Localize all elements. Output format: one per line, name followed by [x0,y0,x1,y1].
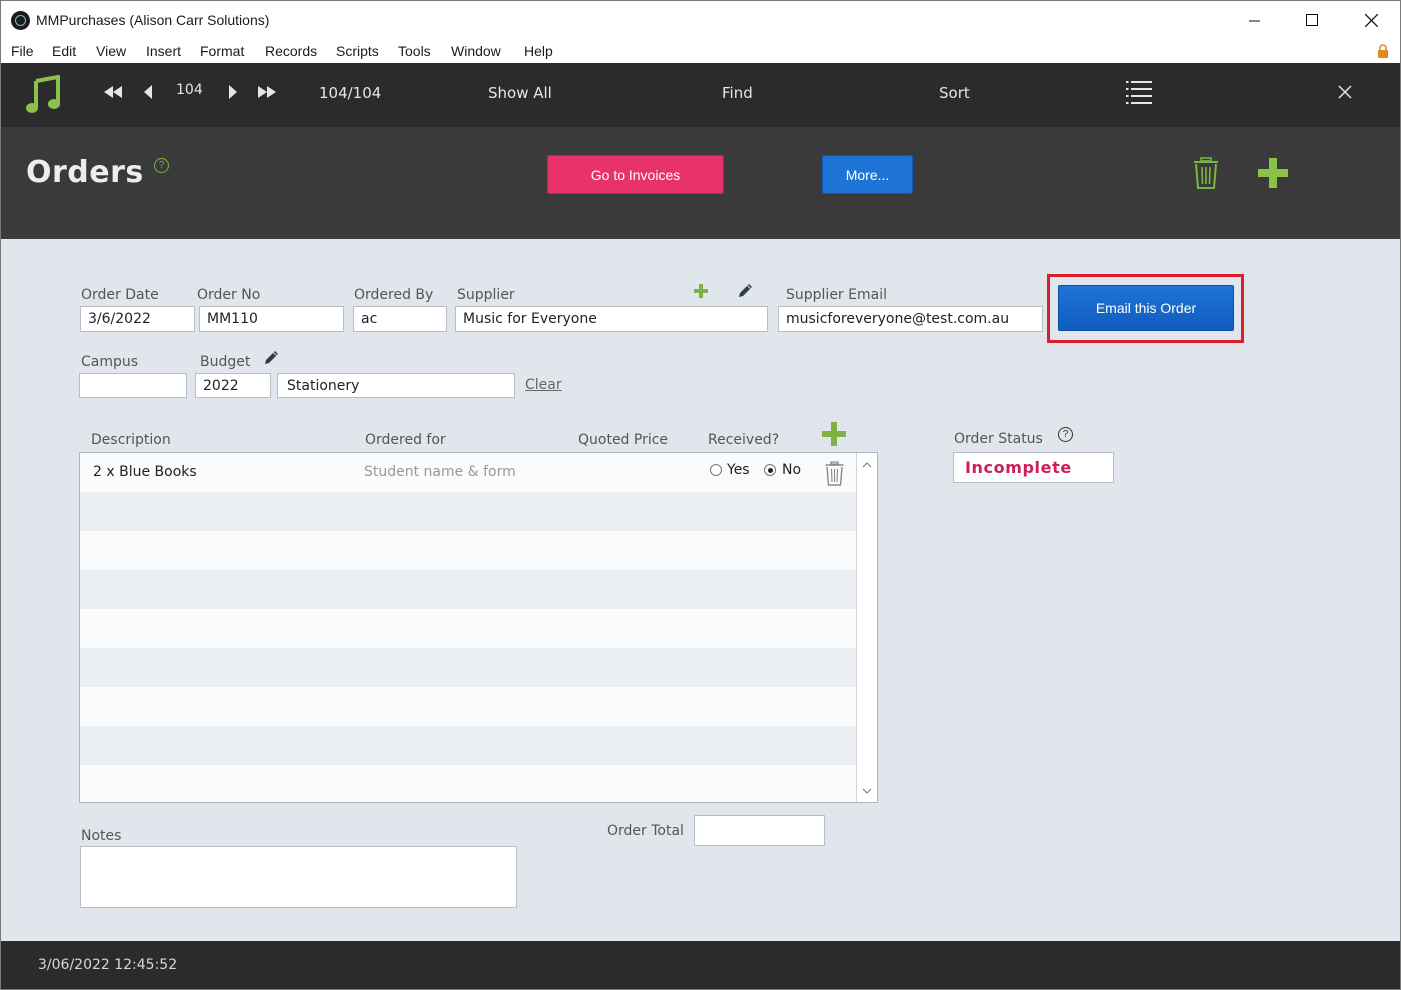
order-date-label: Order Date [81,287,159,303]
item-ordered-for[interactable]: Student name & form [364,464,516,480]
supplier-field[interactable]: Music for Everyone [455,306,768,332]
trash-icon[interactable] [1193,157,1219,189]
notes-field[interactable] [80,846,517,908]
menu-help[interactable]: Help [524,43,553,59]
menu-edit[interactable]: Edit [52,43,76,59]
notes-label: Notes [81,828,122,844]
menu-view[interactable]: View [96,43,126,59]
close-layout-icon[interactable] [1338,85,1352,99]
column-header-received: Received? [708,432,780,448]
menu-bar: File Edit View Insert Format Records Scr… [1,39,1400,63]
page-title: Orders [26,155,144,190]
more-button[interactable]: More... [822,155,913,194]
order-total-label: Order Total [607,823,684,839]
menu-records[interactable]: Records [265,43,317,59]
list-view-icon[interactable] [1126,80,1152,104]
timestamp: 3/06/2022 12:45:52 [38,957,178,973]
go-to-invoices-button[interactable]: Go to Invoices [547,155,724,194]
table-row [80,687,856,726]
show-all-button[interactable]: Show All [488,84,552,102]
column-header-ordered-for: Ordered for [365,432,446,448]
order-no-field[interactable]: MM110 [199,306,344,332]
supplier-label: Supplier [457,287,515,303]
order-status-label: Order Status [954,431,1043,447]
status-toolbar: 104 104/104 Show All Find Sort [1,63,1400,127]
clear-budget-link[interactable]: Clear [525,377,562,393]
minimize-button[interactable] [1231,5,1277,35]
menu-scripts[interactable]: Scripts [336,43,379,59]
record-count: 104/104 [319,84,382,102]
received-yes-radio[interactable] [710,464,722,476]
app-window: MMPurchases (Alison Carr Solutions) File… [0,0,1401,990]
column-header-quoted-price: Quoted Price [578,432,669,448]
maximize-icon [1306,14,1318,26]
edit-supplier-icon[interactable] [737,282,754,299]
menu-tools[interactable]: Tools [398,43,431,59]
table-row [80,492,856,531]
minimize-icon [1248,20,1260,21]
table-row [80,531,856,570]
table-row [80,765,856,802]
order-no-label: Order No [197,287,261,303]
item-description[interactable]: 2 x Blue Books [93,464,197,480]
menu-format[interactable]: Format [200,43,244,59]
ordered-by-field[interactable]: ac [353,306,447,332]
scroll-down-icon[interactable] [857,781,877,801]
delete-item-icon[interactable] [825,461,844,486]
budget-year-field[interactable]: 2022 [195,373,271,398]
add-record-icon[interactable] [1258,158,1288,188]
lock-icon [1378,44,1388,58]
maximize-button[interactable] [1289,5,1335,35]
table-row [80,570,856,609]
menu-file[interactable]: File [11,43,34,59]
table-row [80,726,856,765]
received-yes-label: Yes [727,462,750,478]
add-item-icon[interactable] [822,422,846,446]
campus-field[interactable] [79,373,187,398]
budget-label: Budget [200,354,251,370]
supplier-email-label: Supplier Email [786,287,887,303]
next-record-icon[interactable] [228,85,238,99]
order-total-field[interactable] [694,815,825,846]
app-icon [11,11,30,30]
menu-insert[interactable]: Insert [146,43,181,59]
order-status-field[interactable]: Incomplete [953,452,1114,483]
first-record-icon[interactable] [104,86,122,98]
received-no-radio[interactable] [764,464,776,476]
window-title: MMPurchases (Alison Carr Solutions) [36,12,270,28]
ordered-by-label: Ordered By [354,287,434,303]
music-note-icon [26,75,60,113]
sort-button[interactable]: Sort [939,84,970,102]
help-icon[interactable]: ? [154,158,169,173]
order-date-field[interactable]: 3/6/2022 [80,306,195,332]
column-header-description: Description [91,432,171,448]
table-row: 2 x Blue Books Student name & form Yes N… [80,453,856,492]
email-order-button[interactable]: Email this Order [1058,285,1234,331]
previous-record-icon[interactable] [143,85,153,99]
footer-bar [1,941,1400,989]
order-items-portal: 2 x Blue Books Student name & form Yes N… [79,452,878,803]
table-row [80,648,856,687]
add-supplier-icon[interactable] [694,284,708,298]
order-status-help-icon[interactable]: ? [1058,427,1073,442]
table-row [80,609,856,648]
supplier-email-field[interactable]: musicforeveryone@test.com.au [778,306,1043,332]
close-icon [1364,13,1378,27]
budget-name-field[interactable]: Stationery [277,373,515,398]
title-bar: MMPurchases (Alison Carr Solutions) [1,1,1400,39]
edit-budget-icon[interactable] [263,349,280,366]
record-number[interactable]: 104 [176,82,203,98]
scroll-up-icon[interactable] [857,455,877,475]
menu-window[interactable]: Window [451,43,501,59]
close-window-button[interactable] [1348,5,1394,35]
received-no-label: No [782,462,802,478]
portal-scrollbar[interactable] [856,453,877,802]
campus-label: Campus [81,354,139,370]
find-button[interactable]: Find [722,84,753,102]
last-record-icon[interactable] [258,86,276,98]
